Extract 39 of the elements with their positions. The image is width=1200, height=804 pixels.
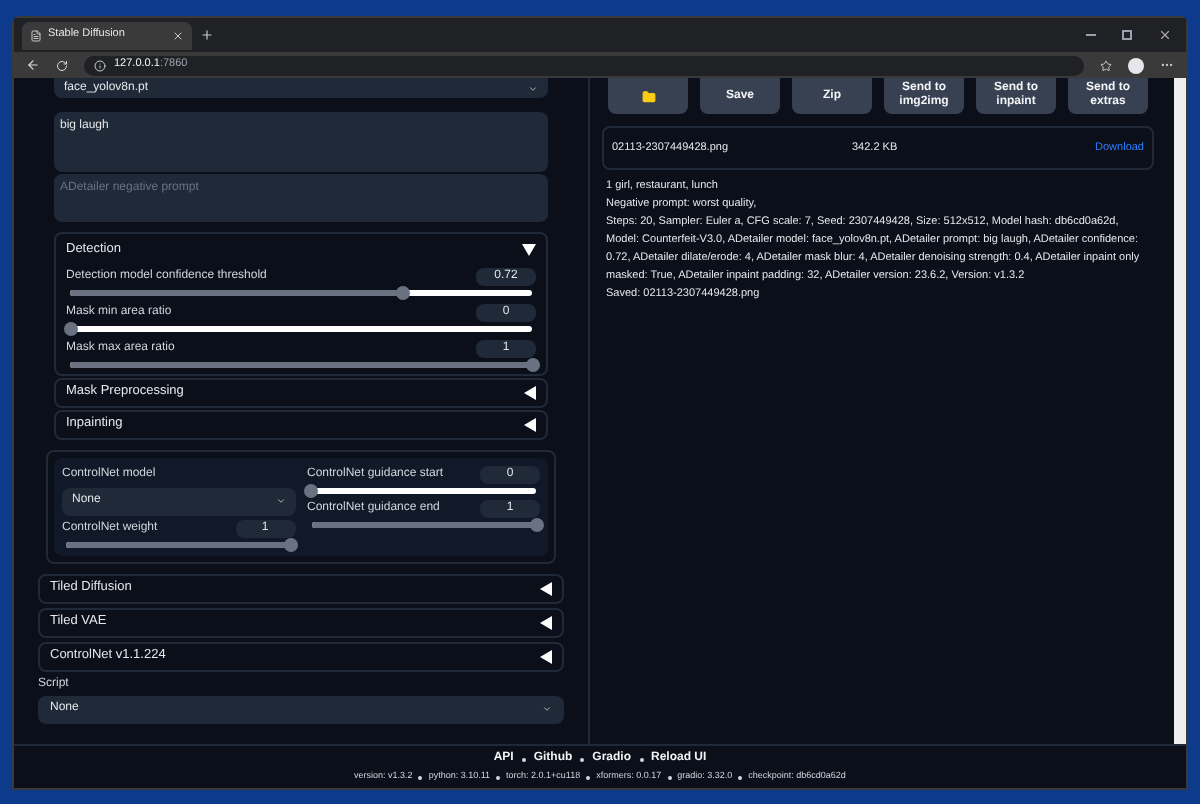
- slider-track[interactable]: [70, 289, 532, 296]
- back-icon[interactable]: [26, 58, 40, 72]
- caret-icon: [275, 496, 285, 507]
- caret-icon: [528, 83, 538, 93]
- triangle-left-icon[interactable]: [540, 581, 552, 596]
- bullet-separator: [418, 775, 423, 779]
- bullet-separator: [667, 775, 672, 779]
- folder-icon: [641, 89, 655, 103]
- caret-icon: [542, 704, 552, 715]
- bullet-separator: [586, 775, 591, 779]
- scrollbar[interactable]: [1174, 78, 1186, 744]
- slider-thumb[interactable]: [395, 285, 410, 300]
- bullet-separator: [639, 757, 643, 762]
- bullet-separator: [521, 757, 526, 762]
- triangle-left-icon[interactable]: [540, 615, 552, 630]
- slider-track[interactable]: [70, 325, 532, 332]
- slider-thumb[interactable]: [529, 517, 543, 532]
- slider-thumb[interactable]: [304, 483, 318, 498]
- slider-thumb[interactable]: [284, 537, 298, 552]
- folder-button[interactable]: [608, 78, 688, 114]
- close-icon[interactable]: [1158, 28, 1172, 42]
- menu-icon[interactable]: [1160, 58, 1174, 72]
- bullet-separator: [580, 757, 585, 762]
- slider-thumb[interactable]: [63, 321, 77, 336]
- reload-icon[interactable]: [56, 59, 68, 71]
- triangle-left-icon[interactable]: [540, 649, 552, 664]
- new-tab-icon[interactable]: [200, 28, 214, 42]
- slider-thumb[interactable]: [525, 357, 539, 372]
- triangle-left-icon[interactable]: [524, 385, 536, 400]
- close-icon[interactable]: [172, 29, 184, 41]
- triangle-left-icon[interactable]: [524, 417, 536, 432]
- info-icon: [94, 59, 106, 71]
- bullet-separator: [496, 775, 501, 779]
- triangle-down-icon[interactable]: [522, 243, 536, 256]
- avatar-icon[interactable]: [1128, 57, 1144, 73]
- maximize-icon[interactable]: [1122, 30, 1132, 40]
- bullet-separator: [738, 775, 743, 779]
- star-icon[interactable]: [1100, 59, 1112, 71]
- page-icon: [30, 29, 42, 41]
